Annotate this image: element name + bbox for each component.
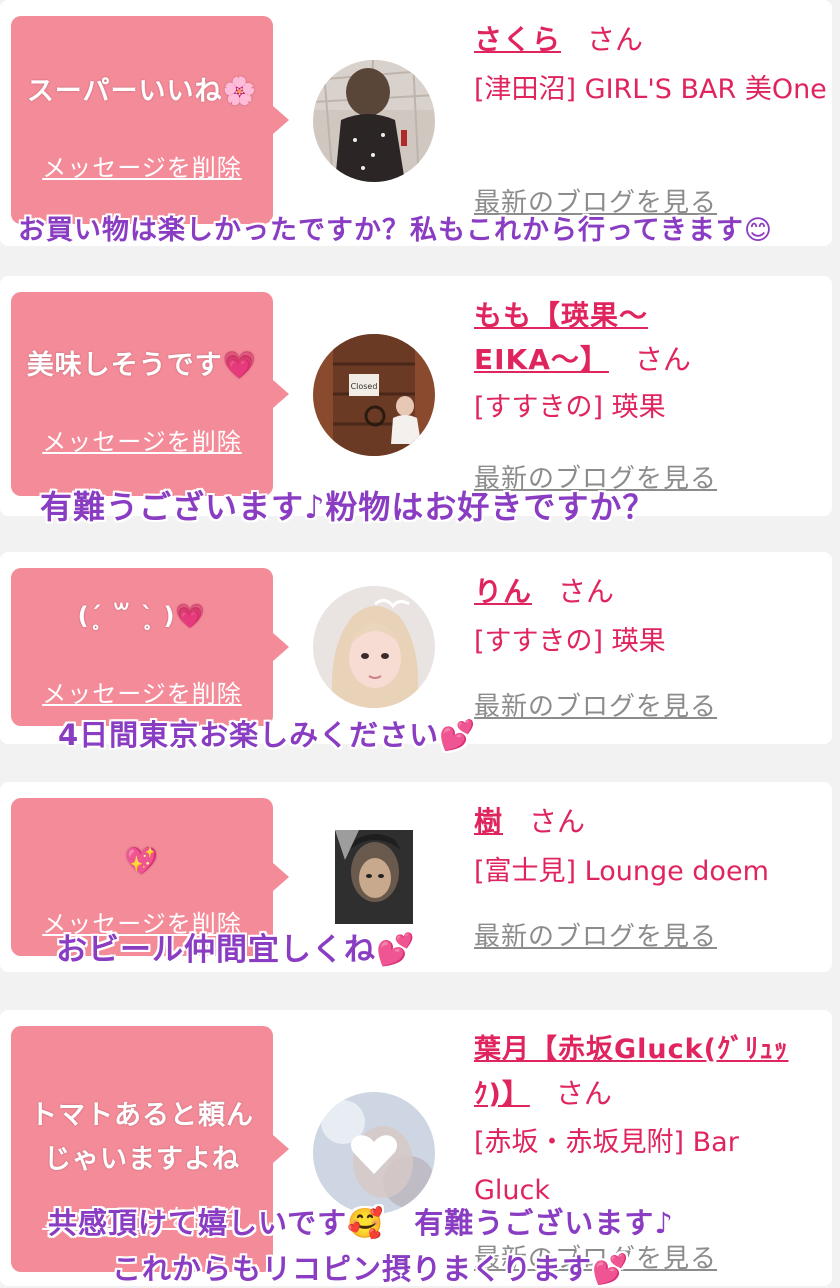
message-card: トマトあると頼ん じゃいますよね メッセージを削除 葉月【赤坂Gluck(ｸﾞﾘ… bbox=[0, 1010, 832, 1286]
avatar[interactable] bbox=[313, 1092, 435, 1214]
cast-info: もも【瑛果～ EIKA～】 さん [すすきの] 瑛果 bbox=[474, 294, 830, 432]
overlay-caption: お買い物は楽しかったですか？私もこれから行ってきます😊 bbox=[18, 215, 773, 246]
message-card: 💖 メッセージを削除 樹さん [富士見] Lounge doem 最新のブログを… bbox=[0, 782, 832, 972]
svg-text:Closed: Closed bbox=[351, 382, 378, 391]
cast-info: さくら さん [津田沼] GIRL'S BAR 美One bbox=[474, 18, 830, 114]
cast-name-link[interactable]: ｸ)】 bbox=[474, 1079, 530, 1110]
latest-blog-link[interactable]: 最新のブログを見る bbox=[474, 686, 717, 723]
message-text: じゃいますよね bbox=[44, 1144, 240, 1175]
overlay-caption: おビール仲間宜しくね💕 bbox=[56, 932, 416, 968]
overlay-caption: これからもリコピン摂りまくります💕 bbox=[112, 1252, 630, 1286]
honorific: さん bbox=[558, 575, 615, 608]
honorific: さん bbox=[634, 343, 691, 376]
shop-label: [赤坂・赤坂見附] Bar bbox=[474, 1127, 739, 1158]
avatar[interactable] bbox=[313, 60, 435, 182]
message-text: 💖 bbox=[124, 846, 160, 877]
message-bubble: (ˊ̥ ꒳ ˋ̥ )💗 メッセージを削除 bbox=[11, 568, 289, 726]
message-bubble: スーパーいいね🌸 メッセージを削除 bbox=[11, 16, 289, 224]
cast-info: 樹さん [富士見] Lounge doem bbox=[474, 800, 830, 896]
cast-name-link[interactable]: もも【瑛果～ bbox=[474, 294, 830, 338]
overlay-caption: 共感頂けて嬉しいです🥰 有難うございます♪ bbox=[48, 1206, 674, 1240]
message-text: 美味しそうです💗 bbox=[26, 350, 258, 381]
message-card: 美味しそうです💗 メッセージを削除 Closed もも【瑛果～ EIKA～】 さん… bbox=[0, 276, 832, 526]
overlay-caption: 4日間東京お楽しみください💕 bbox=[58, 718, 477, 752]
shop-label: [すすきの] 瑛果 bbox=[474, 392, 666, 423]
message-card: (ˊ̥ ꒳ ˋ̥ )💗 メッセージを削除 りん さん [すすきの] 瑛果 最新のブ… bbox=[0, 552, 832, 752]
cast-name-link[interactable]: りん bbox=[474, 575, 532, 608]
avatar[interactable] bbox=[335, 830, 413, 924]
cast-name-link[interactable]: 樹 bbox=[474, 805, 503, 838]
cast-name-link[interactable]: 葉月【赤坂Gluck(ｸﾞﾘｭｯ bbox=[474, 1028, 830, 1072]
avatar[interactable] bbox=[313, 586, 435, 708]
delete-message-link[interactable]: メッセージを削除 bbox=[11, 674, 273, 709]
shop-label: [津田沼] GIRL'S BAR 美One bbox=[474, 74, 827, 105]
cast-name-link[interactable]: さくら bbox=[474, 23, 561, 56]
honorific: さん bbox=[587, 23, 644, 56]
message-text: トマトあると頼ん bbox=[30, 1100, 254, 1131]
overlay-caption: 有難うございます♪粉物はお好きですか？ bbox=[40, 488, 656, 526]
cast-info: りん さん [すすきの] 瑛果 bbox=[474, 570, 830, 666]
delete-message-link[interactable]: メッセージを削除 bbox=[11, 148, 273, 183]
delete-message-link[interactable]: メッセージを削除 bbox=[11, 422, 273, 457]
message-card: スーパーいいね🌸 メッセージを削除 さくら さん [津田沼] GIRL'S BAR… bbox=[0, 0, 832, 246]
cast-name-link[interactable]: EIKA～】 bbox=[474, 343, 609, 376]
shop-label: [富士見] Lounge doem bbox=[474, 856, 769, 887]
honorific: さん bbox=[529, 805, 586, 838]
cast-info: 葉月【赤坂Gluck(ｸﾞﾘｭｯ ｸ)】 さん [赤坂・赤坂見附] Bar Glu… bbox=[474, 1028, 830, 1215]
latest-blog-link[interactable]: 最新のブログを見る bbox=[474, 916, 717, 953]
message-text: スーパーいいね🌸 bbox=[26, 76, 258, 107]
message-bubble: 美味しそうです💗 メッセージを削除 bbox=[11, 292, 289, 496]
message-text: (ˊ̥ ꒳ ˋ̥ )💗 bbox=[77, 602, 207, 630]
honorific: さん bbox=[555, 1077, 612, 1110]
avatar[interactable]: Closed bbox=[313, 334, 435, 456]
shop-label: [すすきの] 瑛果 bbox=[474, 626, 666, 657]
